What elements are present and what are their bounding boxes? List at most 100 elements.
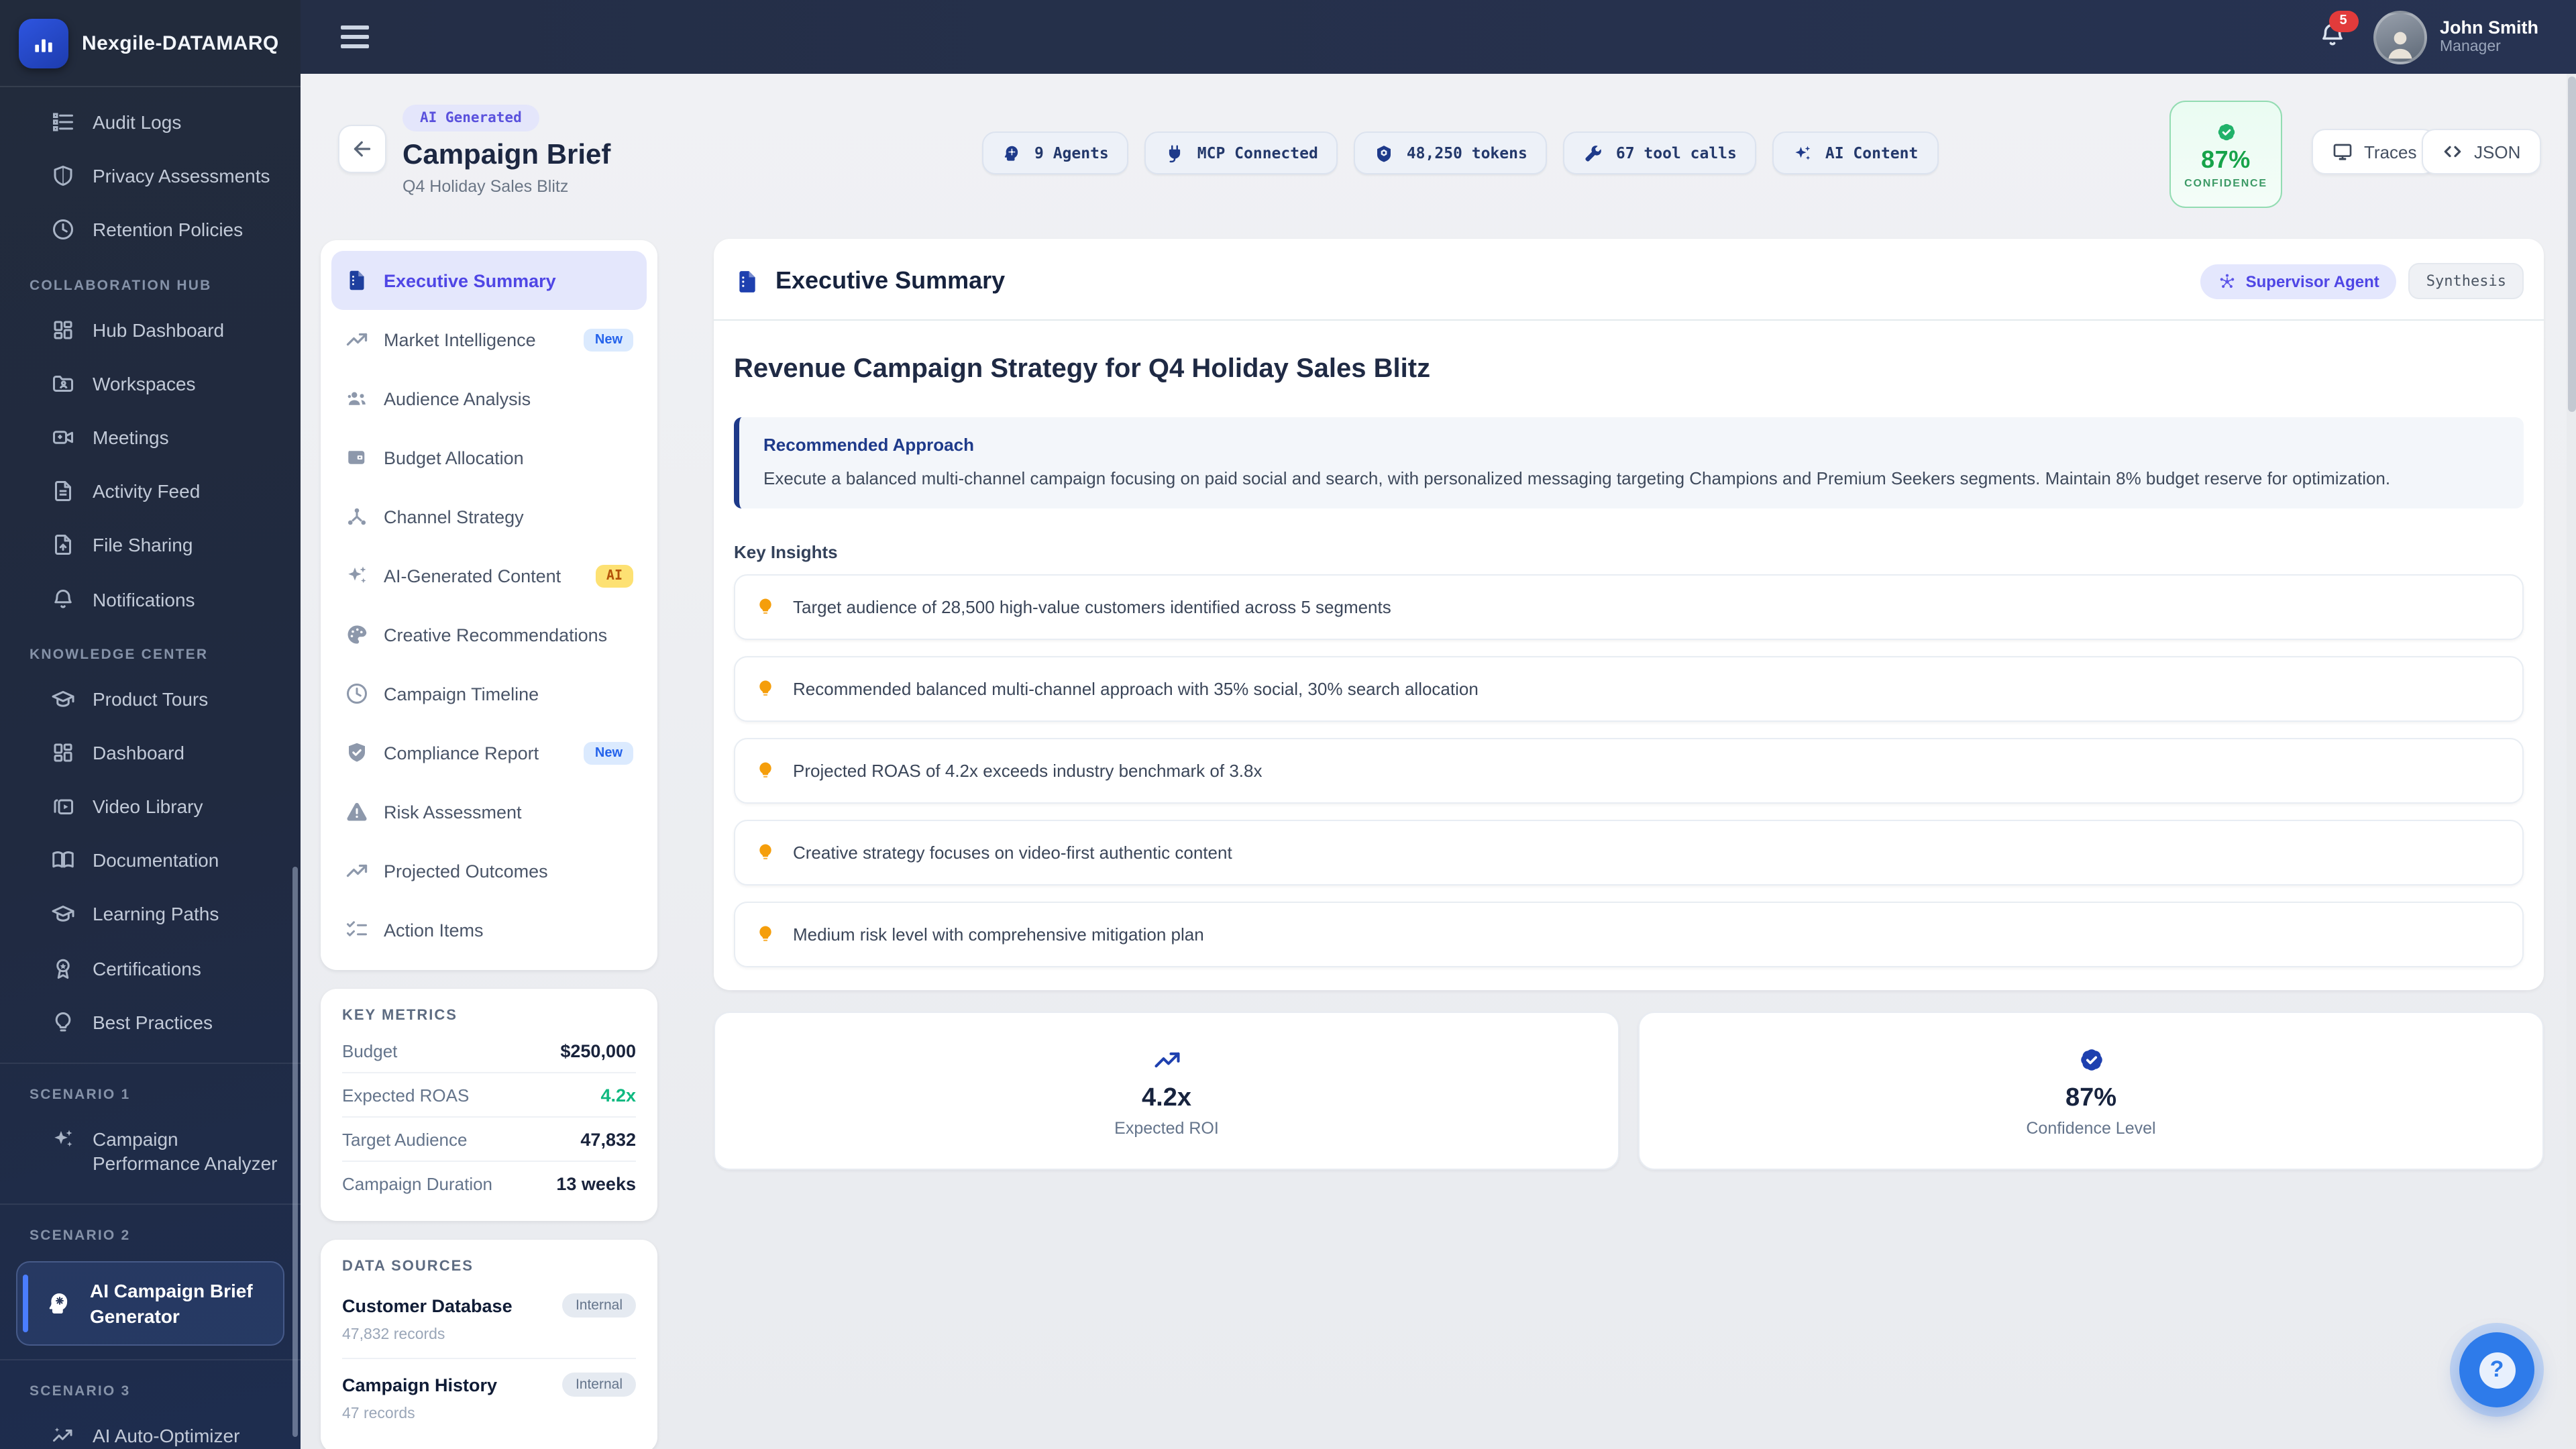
grid-icon — [51, 741, 75, 765]
summary-card-value: 87% — [2065, 1083, 2117, 1112]
sidebar-item-activity-feed[interactable]: Activity Feed — [0, 464, 301, 518]
sidebar-item-label: Workspaces — [93, 372, 196, 394]
sidebar-item-hub-dashboard[interactable]: Hub Dashboard — [0, 303, 301, 356]
metric-value: 4.2x — [600, 1085, 636, 1105]
file-doc-filled-icon — [734, 268, 761, 294]
sidebar-item-documentation[interactable]: Documentation — [0, 834, 301, 888]
insight-card-4: Creative strategy focuses on video-first… — [734, 820, 2524, 886]
stat-pill-48-250-tokens: 48,250 tokens — [1354, 131, 1548, 174]
stat-label: MCP Connected — [1197, 144, 1318, 162]
key-metrics-card: KEY METRICS Budget $250,000 Expected ROAS 4… — [321, 989, 657, 1221]
key-metrics-title: KEY METRICS — [342, 1008, 458, 1024]
metric-value: 47,832 — [580, 1129, 636, 1149]
sidebar-divider — [0, 86, 301, 87]
metric-value: $250,000 — [560, 1040, 636, 1061]
data-source-campaign-history: Campaign History Internal 47 records — [342, 1359, 636, 1437]
json-button[interactable]: JSON — [2422, 129, 2541, 174]
sidebar-item-label: Activity Feed — [93, 480, 201, 502]
tab-projected-outcomes[interactable]: Projected Outcomes — [331, 841, 647, 900]
sidebar-item-campaign-performance-analyzer[interactable]: Campaign Performance Analyzer — [0, 1112, 301, 1191]
user-name: John Smith — [2440, 17, 2538, 37]
sidebar-item-ai-auto-optimizer[interactable]: AI Auto-Optimizer — [0, 1409, 301, 1449]
sidebar-item-label: Hub Dashboard — [93, 319, 225, 341]
back-button[interactable] — [338, 125, 386, 173]
brief-stats-row: 9 Agents MCP Connected 48,250 tokens 67 too… — [982, 131, 1939, 174]
sparkles-icon — [1793, 143, 1813, 163]
sidebar-item-retention-policies[interactable]: Retention Policies — [0, 203, 301, 257]
tab-campaign-timeline[interactable]: Campaign Timeline — [331, 664, 647, 723]
sidebar-item-certifications[interactable]: Certifications — [0, 941, 301, 995]
nav-item-label: Campaign Timeline — [384, 684, 539, 704]
sidebar-item-label: File Sharing — [93, 534, 193, 556]
tab-creative-recommendations[interactable]: Creative Recommendations — [331, 605, 647, 664]
insight-card-1: Target audience of 28,500 high-value cus… — [734, 574, 2524, 641]
tab-action-items[interactable]: Action Items — [331, 900, 647, 959]
sidebar-scrollbar-thumb[interactable] — [292, 867, 298, 1437]
trend-sparkle-icon — [51, 1424, 75, 1448]
sidebar-item-label: Certifications — [93, 957, 201, 979]
sidebar-item-audit-logs[interactable]: Audit Logs — [0, 95, 301, 149]
sidebar-item-ai-campaign-brief-generator[interactable]: AI Campaign Brief Generator — [16, 1261, 284, 1346]
sidebar-divider — [0, 1203, 301, 1205]
insight-text: Target audience of 28,500 high-value cus… — [793, 597, 1391, 618]
hamburger-menu-button[interactable] — [341, 25, 369, 48]
metric-row-budget: Budget $250,000 — [342, 1029, 636, 1073]
file-upload-icon — [51, 533, 75, 557]
section-nav-column: Executive Summary Market Intelligence New A… — [321, 240, 657, 1449]
person-icon — [2381, 23, 2418, 61]
sidebar-section-header: COLLABORATION HUB — [30, 277, 212, 294]
tab-executive-summary[interactable]: Executive Summary — [331, 251, 647, 310]
metric-row-expected-roas: Expected ROAS 4.2x — [342, 1073, 636, 1118]
bulb-filled-icon — [755, 597, 775, 617]
notifications-bell-button[interactable]: 5 — [2318, 10, 2358, 53]
lightbulb-icon — [51, 1010, 75, 1034]
sidebar-item-label: AI Auto-Optimizer — [93, 1424, 240, 1446]
tab-channel-strategy[interactable]: Channel Strategy — [331, 487, 647, 546]
panel-header: Executive Summary Supervisor Agent Synth… — [734, 263, 2524, 299]
tab-risk-assessment[interactable]: Risk Assessment — [331, 782, 647, 841]
tab-compliance-report[interactable]: Compliance Report New — [331, 723, 647, 782]
sidebar-item-privacy-assessments[interactable]: Privacy Assessments — [0, 149, 301, 203]
user-menu[interactable]: John Smith Manager — [2373, 10, 2538, 64]
traces-button[interactable]: Traces — [2312, 129, 2437, 174]
nav-item-label: Projected Outcomes — [384, 861, 548, 881]
help-fab-button[interactable]: ? — [2459, 1332, 2534, 1407]
data-source-row: Customer Database Internal — [342, 1293, 636, 1318]
recommended-approach-callout: Recommended Approach Execute a balanced … — [734, 417, 2524, 509]
sidebar-item-notifications[interactable]: Notifications — [0, 572, 301, 626]
sidebar-item-file-sharing[interactable]: File Sharing — [0, 519, 301, 572]
callout-body: Execute a balanced multi-channel campaig… — [763, 468, 2391, 488]
tab-budget-allocation[interactable]: Budget Allocation — [331, 428, 647, 487]
sidebar-item-dashboard[interactable]: Dashboard — [0, 726, 301, 780]
sidebar-item-best-practices[interactable]: Best Practices — [0, 996, 301, 1049]
sidebar-item-label: AI Campaign Brief Generator — [90, 1280, 253, 1327]
graduation-cap-icon — [51, 902, 75, 926]
sidebar-item-learning-paths[interactable]: Learning Paths — [0, 888, 301, 941]
code-icon — [2442, 141, 2463, 162]
network-icon — [2218, 272, 2237, 290]
page-scrollbar-thumb[interactable] — [2567, 76, 2575, 412]
tab-ai-generated-content[interactable]: AI-Generated Content AI — [331, 546, 647, 605]
sidebar-item-video-library[interactable]: Video Library — [0, 780, 301, 833]
data-sources-title: DATA SOURCES — [342, 1258, 474, 1275]
insight-card-3: Projected ROAS of 4.2x exceeds industry … — [734, 738, 2524, 804]
panel-header-badges: Supervisor Agent Synthesis — [2200, 263, 2524, 299]
arrow-left-icon — [350, 137, 374, 161]
stat-pill-9-agents: 9 Agents — [982, 131, 1129, 174]
sidebar-item-product-tours[interactable]: Product Tours — [0, 672, 301, 725]
brand-logo-row[interactable]: Nexgile-DATAMARQ — [0, 0, 301, 86]
sidebar-item-meetings[interactable]: Meetings — [0, 411, 301, 464]
tab-audience-analysis[interactable]: Audience Analysis — [331, 369, 647, 428]
nav-item-label: Action Items — [384, 920, 484, 940]
stat-pill-mcp-connected: MCP Connected — [1144, 131, 1338, 174]
tab-market-intelligence[interactable]: Market Intelligence New — [331, 310, 647, 369]
section-nav-panel: Executive Summary Market Intelligence New A… — [321, 240, 657, 970]
data-source-name: Campaign History — [342, 1375, 498, 1395]
trending-up-icon — [1152, 1044, 1181, 1074]
sidebar-item-workspaces[interactable]: Workspaces — [0, 357, 301, 411]
stat-pill-ai-content: AI Content — [1772, 131, 1939, 174]
sidebar-section-header: SCENARIO 2 — [30, 1228, 131, 1244]
graduation-cap-icon — [51, 686, 75, 710]
page-content: AI Generated Campaign Brief Q4 Holiday S… — [301, 74, 2576, 1449]
insight-card-2: Recommended balanced multi-channel appro… — [734, 656, 2524, 722]
